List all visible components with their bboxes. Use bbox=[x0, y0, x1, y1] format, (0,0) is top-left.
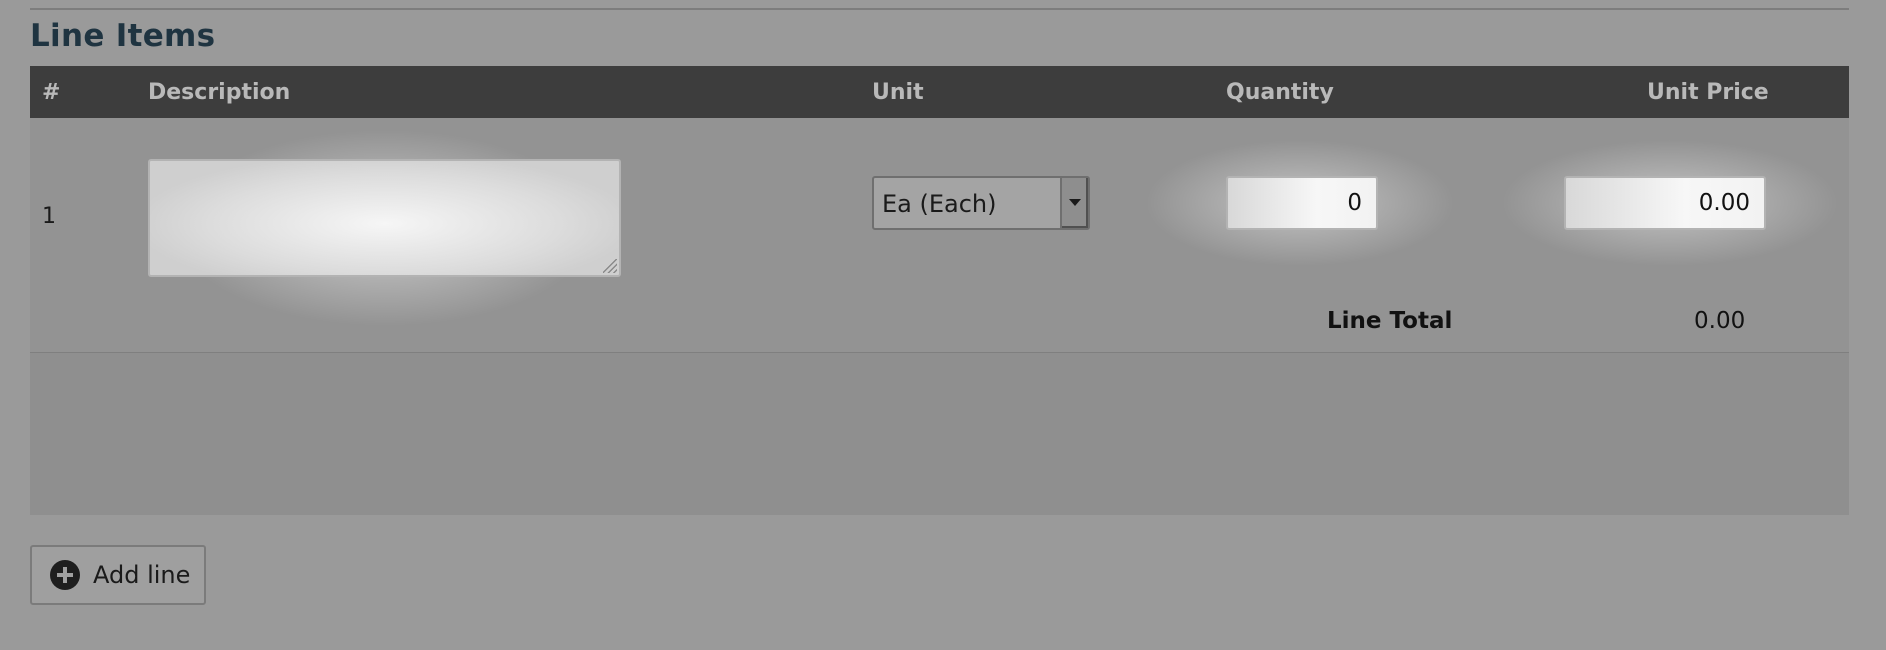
row-number: 1 bbox=[42, 204, 56, 229]
unit-price-input[interactable]: 0.00 bbox=[1564, 176, 1766, 230]
top-divider bbox=[30, 8, 1849, 10]
line-items-page: Line Items # Description Unit Quantity U… bbox=[0, 0, 1886, 650]
header-unit-price: Unit Price bbox=[1647, 80, 1769, 105]
header-unit: Unit bbox=[872, 80, 924, 105]
line-total-label: Line Total bbox=[1327, 308, 1453, 334]
resize-handle-icon[interactable] bbox=[603, 259, 617, 273]
line-total-value: 0.00 bbox=[1694, 308, 1746, 334]
line-items-table: # Description Unit Quantity Unit Price 1… bbox=[30, 66, 1849, 515]
add-line-button[interactable]: Add line bbox=[30, 545, 206, 605]
section-title: Line Items bbox=[30, 18, 216, 54]
unit-select-value: Ea (Each) bbox=[882, 190, 997, 218]
unit-select-button[interactable] bbox=[1060, 178, 1088, 228]
add-line-label: Add line bbox=[93, 561, 191, 589]
header-quantity: Quantity bbox=[1226, 80, 1334, 105]
description-textarea[interactable] bbox=[148, 159, 621, 277]
row-divider bbox=[30, 352, 1849, 353]
plus-circle-icon bbox=[50, 560, 80, 590]
chevron-down-icon bbox=[1069, 199, 1081, 206]
quantity-input[interactable]: 0 bbox=[1226, 176, 1378, 230]
header-description: Description bbox=[148, 80, 291, 105]
unit-select[interactable]: Ea (Each) bbox=[872, 176, 1090, 230]
table-header: # Description Unit Quantity Unit Price bbox=[30, 66, 1849, 118]
header-number: # bbox=[42, 80, 61, 105]
